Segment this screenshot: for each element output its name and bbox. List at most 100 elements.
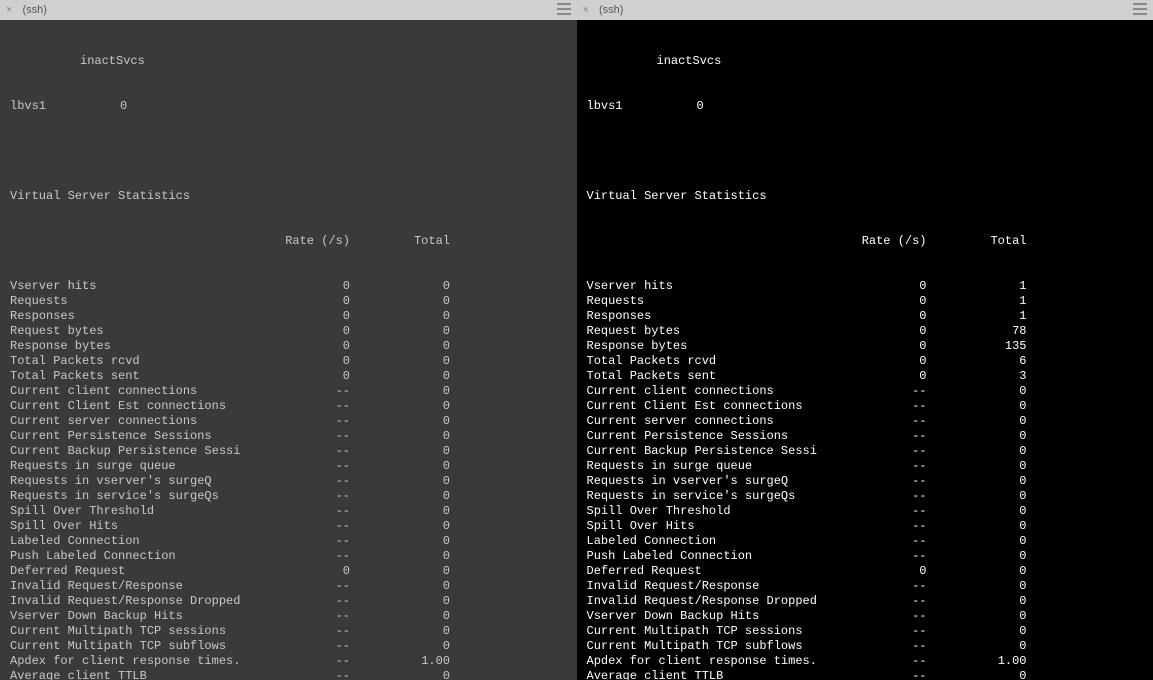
stat-row: Vserver hits00 — [10, 279, 567, 294]
stat-label: Invalid Request/Response Dropped — [10, 594, 270, 609]
stat-label: Requests in vserver's surgeQ — [587, 474, 847, 489]
stat-total: 0 — [350, 534, 450, 549]
stat-label: Deferred Request — [10, 564, 270, 579]
stat-row: Deferred Request00 — [10, 564, 567, 579]
stat-total: 0 — [927, 444, 1027, 459]
stat-rate: -- — [847, 384, 927, 399]
stat-label: Current client connections — [587, 384, 847, 399]
stat-rate: 0 — [270, 279, 350, 294]
stat-rate: 0 — [847, 354, 927, 369]
stat-row: Requests in vserver's surgeQ--0 — [10, 474, 567, 489]
stat-rate: -- — [847, 474, 927, 489]
total-header: Total — [350, 234, 450, 249]
stat-row: Invalid Request/Response--0 — [587, 579, 1144, 594]
terminal-left[interactable]: inactSvcs lbvs10 Virtual Server Statisti… — [0, 20, 577, 680]
stat-total: 1 — [927, 309, 1027, 324]
total-header: Total — [927, 234, 1027, 249]
stats-title: Virtual Server Statistics — [10, 189, 567, 204]
terminal-right[interactable]: inactSvcs lbvs10 Virtual Server Statisti… — [577, 20, 1153, 680]
stat-label: Total Packets sent — [10, 369, 270, 384]
rate-header: Rate (/s) — [10, 234, 350, 249]
stat-label: Labeled Connection — [10, 534, 270, 549]
stat-row: Requests in service's surgeQs--0 — [10, 489, 567, 504]
stat-row: Current client connections--0 — [587, 384, 1144, 399]
stat-row: Push Labeled Connection--0 — [587, 549, 1144, 564]
inact-header: inactSvcs — [80, 54, 145, 69]
stat-rate: -- — [847, 594, 927, 609]
stat-row: Current Multipath TCP subflows--0 — [10, 639, 567, 654]
stat-row: Total Packets sent03 — [587, 369, 1144, 384]
stat-label: Current Client Est connections — [10, 399, 270, 414]
stat-total: 0 — [927, 579, 1027, 594]
stat-row: Requests01 — [587, 294, 1144, 309]
tab-title: (ssh) — [22, 4, 46, 16]
stat-row: Invalid Request/Response Dropped--0 — [10, 594, 567, 609]
stat-row: Vserver Down Backup Hits--0 — [587, 609, 1144, 624]
stat-row: Current Multipath TCP subflows--0 — [587, 639, 1144, 654]
stat-label: Responses — [10, 309, 270, 324]
stat-row: Response bytes0135 — [587, 339, 1144, 354]
left-pane: × (ssh) inactSvcs lbvs10 Virtual Server … — [0, 0, 577, 680]
stat-rate: -- — [847, 624, 927, 639]
stat-label: Deferred Request — [587, 564, 847, 579]
close-icon[interactable]: × — [6, 4, 12, 16]
stat-rate: -- — [270, 594, 350, 609]
menu-icon[interactable] — [1133, 3, 1147, 15]
stat-rate: 0 — [847, 564, 927, 579]
stat-total: 0 — [350, 594, 450, 609]
stat-total: 0 — [350, 339, 450, 354]
stat-rate: -- — [270, 459, 350, 474]
stat-total: 0 — [927, 504, 1027, 519]
stat-label: Current Multipath TCP sessions — [10, 624, 270, 639]
inact-value: 0 — [697, 99, 704, 114]
rate-header: Rate (/s) — [587, 234, 927, 249]
stat-total: 0 — [350, 279, 450, 294]
menu-icon[interactable] — [557, 3, 571, 15]
stat-row: Requests in vserver's surgeQ--0 — [587, 474, 1144, 489]
stat-label: Vserver Down Backup Hits — [587, 609, 847, 624]
stat-rate: -- — [270, 474, 350, 489]
stat-total: 0 — [927, 489, 1027, 504]
stat-rate: -- — [847, 669, 927, 680]
stat-row: Labeled Connection--0 — [10, 534, 567, 549]
stat-total: 0 — [350, 564, 450, 579]
stat-row: Requests in surge queue--0 — [587, 459, 1144, 474]
stat-label: Current Backup Persistence Sessi — [10, 444, 270, 459]
stat-label: Apdex for client response times. — [587, 654, 847, 669]
stat-label: Current Multipath TCP sessions — [587, 624, 847, 639]
stat-row: Average client TTLB--0 — [587, 669, 1144, 680]
stat-total: 1 — [927, 294, 1027, 309]
stat-rate: 0 — [847, 324, 927, 339]
stat-rate: 0 — [270, 339, 350, 354]
stats-title: Virtual Server Statistics — [587, 189, 1144, 204]
stat-rate: 0 — [847, 294, 927, 309]
stat-rate: -- — [270, 519, 350, 534]
stat-row: Total Packets sent00 — [10, 369, 567, 384]
stat-rate: -- — [270, 489, 350, 504]
stat-label: Apdex for client response times. — [10, 654, 270, 669]
stat-total: 0 — [350, 399, 450, 414]
stat-rate: 0 — [847, 339, 927, 354]
stat-rate: -- — [270, 414, 350, 429]
stat-label: Vserver hits — [587, 279, 847, 294]
close-icon[interactable]: × — [583, 4, 589, 16]
stat-total: 1.00 — [350, 654, 450, 669]
stat-label: Current Client Est connections — [587, 399, 847, 414]
stat-row: Request bytes00 — [10, 324, 567, 339]
stat-rate: -- — [270, 504, 350, 519]
stat-rate: -- — [270, 654, 350, 669]
stat-total: 0 — [927, 549, 1027, 564]
stat-total: 0 — [350, 324, 450, 339]
stat-rate: -- — [847, 654, 927, 669]
stat-rate: -- — [847, 579, 927, 594]
stat-total: 0 — [927, 399, 1027, 414]
stat-total: 3 — [927, 369, 1027, 384]
stat-row: Requests in surge queue--0 — [10, 459, 567, 474]
stat-row: Requests00 — [10, 294, 567, 309]
stat-rate: -- — [270, 534, 350, 549]
stat-label: Requests — [587, 294, 847, 309]
stat-row: Responses00 — [10, 309, 567, 324]
stat-label: Response bytes — [10, 339, 270, 354]
stat-label: Current Backup Persistence Sessi — [587, 444, 847, 459]
stat-label: Request bytes — [587, 324, 847, 339]
